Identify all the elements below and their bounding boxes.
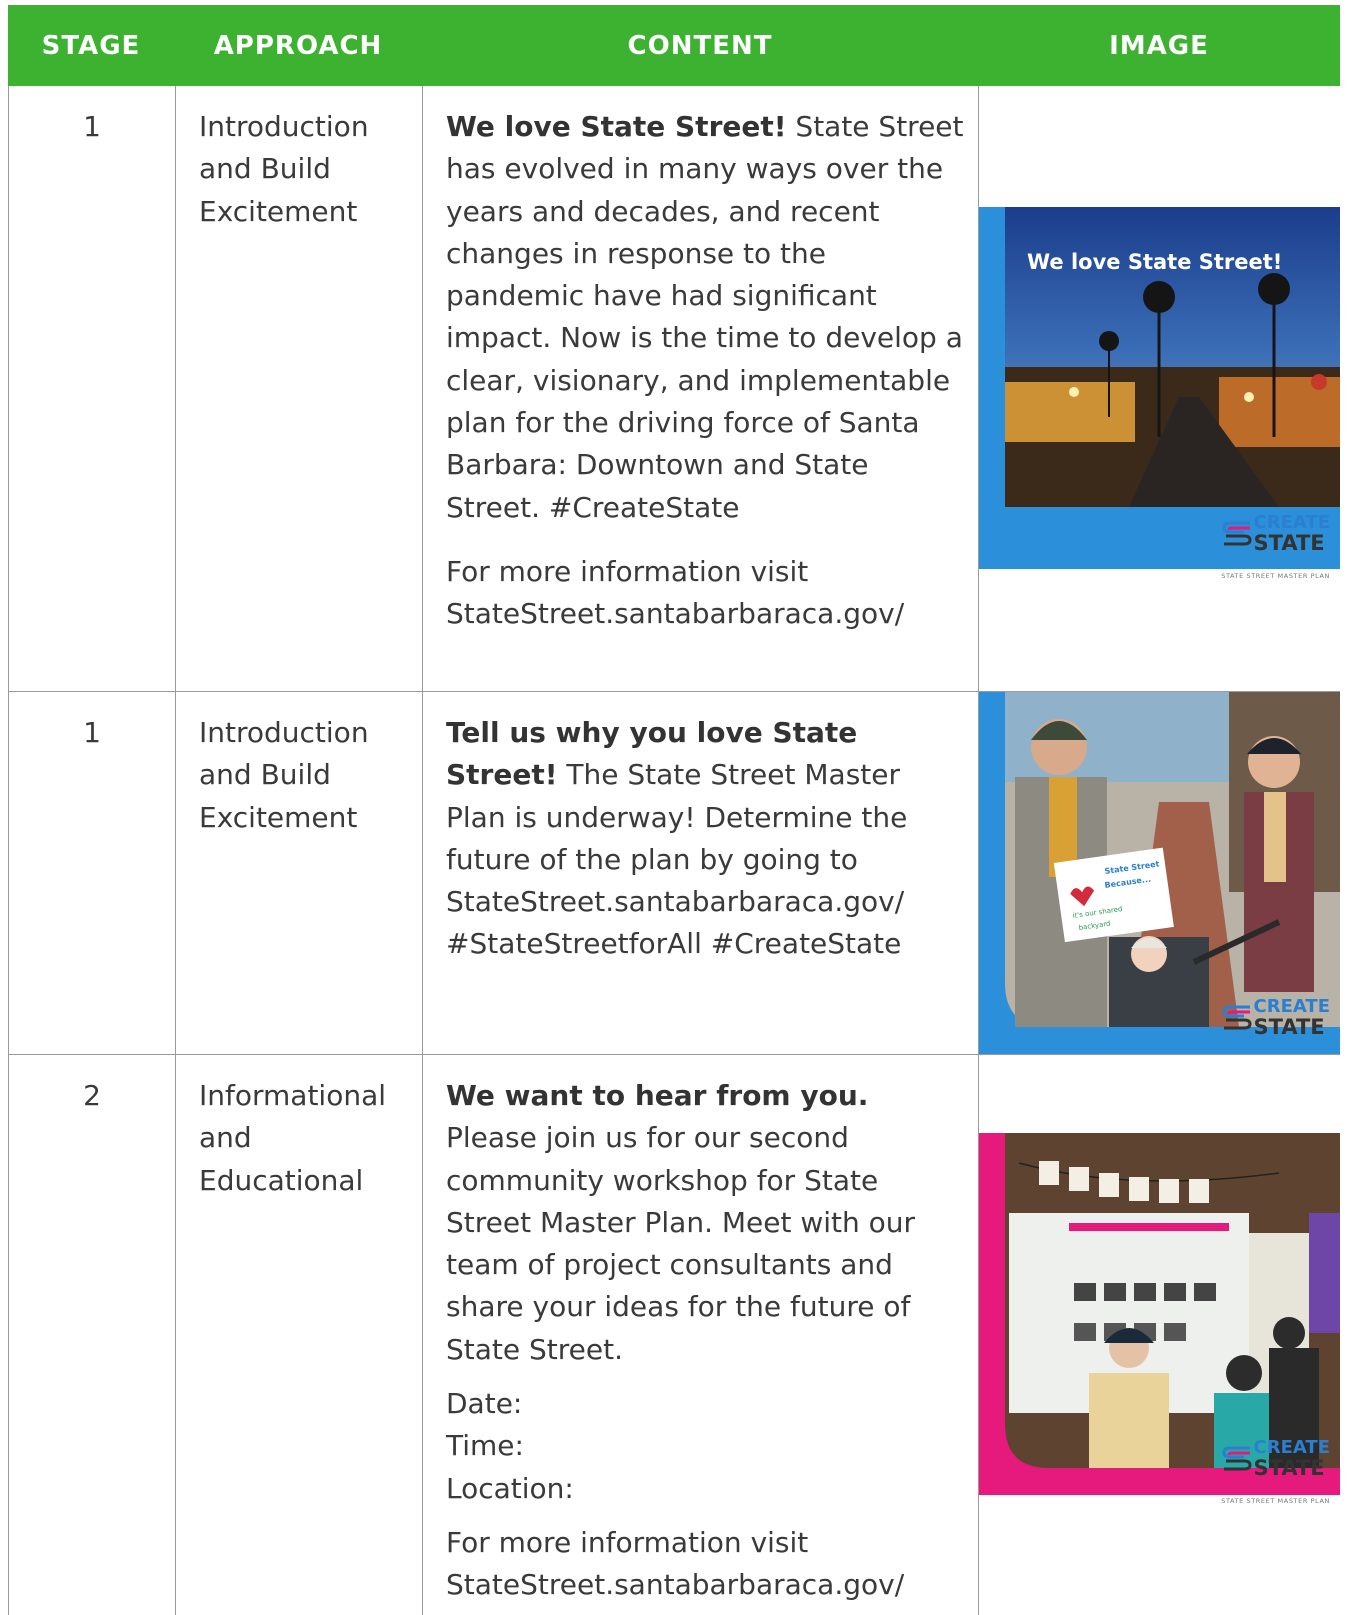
logo-create: CREATE <box>1253 512 1330 533</box>
date-label: Date: <box>446 1387 523 1421</box>
stage-cell: 2 <box>9 1055 176 1615</box>
create-state-logo: CREATESTATE STATE STREET MASTER PLAN <box>1220 1438 1330 1522</box>
workshop-image: CREATE STATE STATE STREET MASTER PLAN <box>979 1133 1340 1505</box>
family-sign-image: State Street Because... it's our shared … <box>979 692 1340 1054</box>
image-caption: We love State Street! <box>1027 250 1283 274</box>
content-table: STAGE APPROACH CONTENT IMAGE 1 Introduct… <box>8 5 1340 1615</box>
approach-cell: Introduction and Build Excitement <box>176 86 423 691</box>
table-row: 1 Introduction and Build Excitement Tell… <box>8 692 1340 1055</box>
approach-cell: Informational and Educational <box>176 1055 423 1615</box>
content-text: Please join us for our second community … <box>446 1121 916 1366</box>
logo-state: STATE <box>1253 531 1325 555</box>
swirl-icon <box>1222 521 1252 546</box>
location-label: Location: <box>446 1471 574 1505</box>
table-row: 1 Introduction and Build Excitement We l… <box>8 86 1340 692</box>
swirl-icon <box>1222 1446 1252 1471</box>
more-info-text: For more information visit StateStreet.s… <box>446 554 905 631</box>
header-stage: STAGE <box>41 30 141 61</box>
image-cell: State Street Because... it's our shared … <box>979 692 1340 1054</box>
time-label: Time: <box>446 1429 524 1463</box>
content-text: State Street has evolved in many ways ov… <box>446 110 964 524</box>
content-cell: We love State Street! State Street has e… <box>423 86 979 691</box>
swirl-icon <box>1222 1005 1252 1030</box>
content-bold: We love State Street! <box>446 110 787 143</box>
approach-cell: Introduction and Build Excitement <box>176 692 423 1054</box>
image-cell: We love State Street! CREATE STATE STATE … <box>979 86 1340 691</box>
header-approach: APPROACH <box>213 30 383 61</box>
state-street-night-image: We love State Street! CREATE STATE STATE … <box>979 207 1340 580</box>
header-content: CONTENT <box>627 30 773 61</box>
header-image: IMAGE <box>1109 30 1209 61</box>
content-cell: We want to hear from you. Please join us… <box>423 1055 979 1615</box>
logo-subtitle: STATE STREET MASTER PLAN <box>1221 1039 1330 1054</box>
stage-cell: 1 <box>9 86 176 691</box>
image-cell: CREATE STATE STATE STREET MASTER PLAN <box>979 1055 1340 1615</box>
stage-cell: 1 <box>9 692 176 1054</box>
content-paragraph: Tell us why you love State Street! The S… <box>446 712 968 966</box>
logo-state: STATE <box>1253 1015 1325 1039</box>
event-details: Date: Time: Location: <box>446 1383 968 1510</box>
create-state-logo: CREATESTATE STATE STREET MASTER PLAN <box>1220 997 1330 1054</box>
logo-create: CREATE <box>1253 996 1330 1017</box>
create-state-logo: CREATESTATE STATE STREET MASTER PLAN <box>1220 513 1330 597</box>
logo-subtitle: STATE STREET MASTER PLAN <box>1221 572 1330 580</box>
logo-subtitle: STATE STREET MASTER PLAN <box>1221 1497 1330 1505</box>
content-bold: We want to hear from you. <box>446 1079 869 1112</box>
content-paragraph: We want to hear from you. Please join us… <box>446 1075 968 1371</box>
table-row: 2 Informational and Educational We want … <box>8 1055 1340 1615</box>
more-info-text: For more information visit StateStreet.s… <box>446 1525 905 1602</box>
content-cell: Tell us why you love State Street! The S… <box>423 692 979 1054</box>
content-paragraph: We love State Street! State Street has e… <box>446 106 968 529</box>
logo-create: CREATE <box>1253 1437 1330 1458</box>
logo-state: STATE <box>1253 1456 1325 1480</box>
table-header: STAGE APPROACH CONTENT IMAGE <box>8 5 1340 86</box>
